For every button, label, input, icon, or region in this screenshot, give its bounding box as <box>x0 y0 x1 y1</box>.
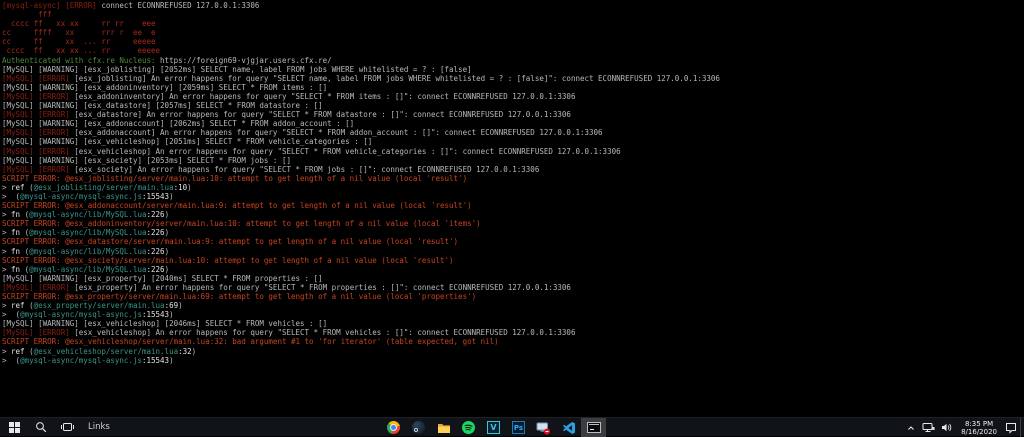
clock-date: 8/16/2020 <box>961 428 997 436</box>
remote-computer-taskbar-button[interactable] <box>531 418 556 437</box>
clock-time: 8:35 PM <box>961 420 997 428</box>
vscode-icon <box>562 421 576 435</box>
speaker-icon <box>941 422 953 433</box>
console-line: > ref (@esx_vehicleshop/server/main.lua:… <box>2 347 1024 356</box>
photoshop-icon: Ps <box>512 421 525 434</box>
console-line: > fn (@mysql-async/lib/MySQL.lua:226) <box>2 228 1024 237</box>
console-line: [MySQL] [ERROR] [esx_addonaccount] An er… <box>2 128 1024 137</box>
console-line: cccc ff xx xx rr rr eee <box>2 19 1024 28</box>
steam-taskbar-button[interactable] <box>406 418 431 437</box>
action-center-icon <box>1005 422 1017 434</box>
spotify-icon <box>462 421 475 434</box>
links-toolbar[interactable]: Links <box>80 418 118 436</box>
show-desktop-button[interactable] <box>1020 418 1024 437</box>
chrome-icon <box>387 421 400 434</box>
console-output: [mysql-async] [ERROR] connect ECONNREFUS… <box>2 1 1024 365</box>
console-line: [MySQL] [ERROR] [esx_vehicleshop] An err… <box>2 328 1024 337</box>
console-line: > fn (@mysql-async/lib/MySQL.lua:226) <box>2 210 1024 219</box>
taskbar: Links V Ps <box>0 417 1024 436</box>
console-line: SCRIPT ERROR: @esx_vehicleshop/server/ma… <box>2 337 1024 346</box>
console-line: [MySQL] [WARNING] [esx_property] [2040ms… <box>2 274 1024 283</box>
computer-notification-app-icon <box>536 421 551 435</box>
network-tray-button[interactable] <box>919 418 938 437</box>
console-line: > ref (@esx_joblisting/server/main.lua:1… <box>2 183 1024 192</box>
ethernet-network-icon <box>922 422 935 433</box>
console-line: [MySQL] [ERROR] [esx_vehicleshop] An err… <box>2 147 1024 156</box>
command-prompt-icon <box>587 422 601 433</box>
task-view-icon <box>61 421 74 433</box>
system-tray: 8:35 PM 8/16/2020 <box>903 418 1024 437</box>
console-line: [MySQL] [WARNING] [esx_vehicleshop] [205… <box>2 137 1024 146</box>
file-explorer-icon <box>437 422 451 434</box>
console-line: SCRIPT ERROR: @esx_addoninventory/server… <box>2 219 1024 228</box>
console-line: cc ffff xx rrr r ee e <box>2 28 1024 37</box>
file-explorer-taskbar-button[interactable] <box>431 418 456 437</box>
taskbar-app-icons: V Ps <box>381 418 606 437</box>
vegas-icon: V <box>487 421 500 434</box>
console-line: cc ff xx ... rr eeeee <box>2 37 1024 46</box>
console-line: > ref (@esx_property/server/main.lua:69) <box>2 301 1024 310</box>
console-line: [MySQL] [ERROR] [esx_datastore] An error… <box>2 110 1024 119</box>
search-icon <box>35 421 47 433</box>
console-line: [MySQL] [ERROR] [esx_property] An error … <box>2 283 1024 292</box>
console-line: [MySQL] [WARNING] [esx_vehicleshop] [204… <box>2 319 1024 328</box>
console-line: cccc ff xx xx ... rr eeeee <box>2 46 1024 55</box>
links-toolbar-label: Links <box>88 422 110 432</box>
console-line: [MySQL] [ERROR] [esx_joblisting] An erro… <box>2 74 1024 83</box>
task-view-button[interactable] <box>54 418 80 436</box>
action-center-button[interactable] <box>1002 418 1020 437</box>
spotify-taskbar-button[interactable] <box>456 418 481 437</box>
start-button[interactable] <box>0 418 28 436</box>
console-line: [MySQL] [ERROR] [esx_addoninventory] An … <box>2 92 1024 101</box>
console-line: [MySQL] [WARNING] [esx_joblisting] [2052… <box>2 65 1024 74</box>
console-line: [mysql-async] [ERROR] connect ECONNREFUS… <box>2 1 1024 10</box>
search-button[interactable] <box>28 418 54 436</box>
chrome-taskbar-button[interactable] <box>381 418 406 437</box>
vscode-taskbar-button[interactable] <box>556 418 581 437</box>
clock[interactable]: 8:35 PM 8/16/2020 <box>956 418 1002 437</box>
server-console-window[interactable]: [mysql-async] [ERROR] connect ECONNREFUS… <box>0 0 1024 417</box>
console-line: SCRIPT ERROR: @esx_joblisting/server/mai… <box>2 174 1024 183</box>
volume-tray-button[interactable] <box>938 418 956 437</box>
console-line: SCRIPT ERROR: @esx_property/server/main.… <box>2 292 1024 301</box>
console-taskbar-button-active[interactable] <box>581 418 606 437</box>
console-line: [MySQL] [WARNING] [esx_datastore] [2057m… <box>2 101 1024 110</box>
console-line: [MySQL] [WARNING] [esx_addoninventory] [… <box>2 83 1024 92</box>
chevron-up-icon <box>906 423 916 433</box>
steam-icon <box>412 421 425 434</box>
console-line: [MySQL] [WARNING] [esx_society] [2053ms]… <box>2 156 1024 165</box>
console-line: > (@mysql-async/mysql-async.js:15543) <box>2 192 1024 201</box>
console-line: > fn (@mysql-async/lib/MySQL.lua:226) <box>2 247 1024 256</box>
tray-overflow-button[interactable] <box>903 418 919 437</box>
console-line: SCRIPT ERROR: @esx_datastore/server/main… <box>2 237 1024 246</box>
console-line: fff <box>2 10 1024 19</box>
console-line: [MySQL] [ERROR] [esx_society] An error h… <box>2 165 1024 174</box>
photoshop-taskbar-button[interactable]: Ps <box>506 418 531 437</box>
vegas-taskbar-button[interactable]: V <box>481 418 506 437</box>
console-line: > fn (@mysql-async/lib/MySQL.lua:226) <box>2 265 1024 274</box>
console-line: SCRIPT ERROR: @esx_society/server/main.l… <box>2 256 1024 265</box>
console-line: > (@mysql-async/mysql-async.js:15543) <box>2 310 1024 319</box>
console-line: [MySQL] [WARNING] [esx_addonaccount] [20… <box>2 119 1024 128</box>
console-line: SCRIPT ERROR: @esx_addonaccount/server/m… <box>2 201 1024 210</box>
console-line: Authenticated with cfx.re Nucleus: https… <box>2 56 1024 65</box>
windows-logo-icon <box>9 422 20 433</box>
console-line: > (@mysql-async/mysql-async.js:15543) <box>2 356 1024 365</box>
